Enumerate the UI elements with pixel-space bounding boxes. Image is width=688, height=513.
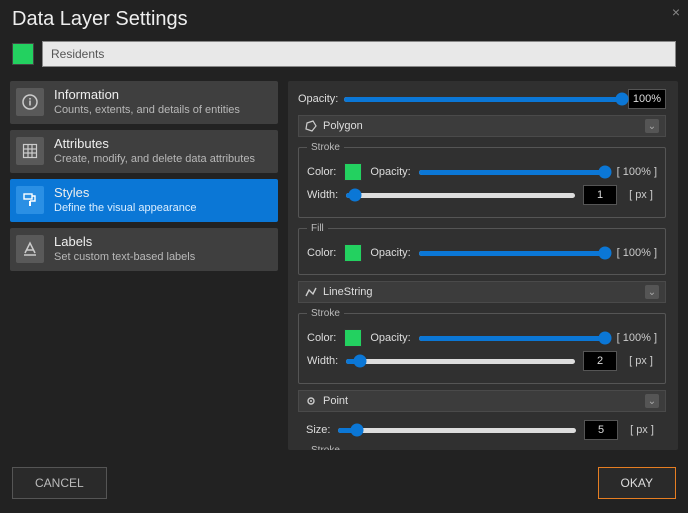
opacity-label: Opacity:	[370, 166, 410, 178]
layer-color-swatch[interactable]	[12, 43, 34, 65]
sidebar-item-labels[interactable]: Labels Set custom text-based labels	[10, 228, 278, 271]
linestring-stroke-width-slider[interactable]	[346, 359, 575, 364]
section-polygon: Polygon ⌄ Stroke Color: Opacity: [ 100% …	[298, 115, 672, 275]
sidebar-item-styles[interactable]: Styles Define the visual appearance	[10, 179, 278, 222]
sidebar-item-sub: Counts, extents, and details of entities	[54, 104, 240, 116]
section-header-linestring[interactable]: LineString ⌄	[298, 281, 666, 303]
color-label: Color:	[307, 166, 336, 178]
section-header-point[interactable]: Point ⌄	[298, 390, 666, 412]
chevron-down-icon: ⌄	[645, 285, 659, 299]
dialog-title: Data Layer Settings	[12, 8, 676, 31]
chevron-down-icon: ⌄	[645, 394, 659, 408]
sidebar-item-sub: Set custom text-based labels	[54, 251, 195, 263]
polygon-stroke-color-swatch[interactable]	[344, 163, 362, 181]
paint-icon	[16, 186, 44, 214]
sidebar-item-label: Information	[54, 87, 240, 102]
section-linestring: LineString ⌄ Stroke Color: Opacity: [ 10…	[298, 281, 672, 384]
polygon-stroke-width-slider[interactable]	[346, 193, 575, 198]
color-label: Color:	[307, 247, 336, 259]
section-title: Polygon	[323, 120, 363, 132]
linestring-stroke-width-input[interactable]: 2	[583, 351, 617, 371]
opacity-label: Opacity:	[370, 247, 410, 259]
dialog-footer: CANCEL OKAY	[0, 457, 688, 513]
layer-opacity-slider[interactable]	[344, 97, 622, 102]
group-legend: Stroke	[307, 142, 344, 153]
sidebar-item-sub: Define the visual appearance	[54, 202, 196, 214]
size-label: Size:	[306, 424, 330, 436]
linestring-stroke-color-swatch[interactable]	[344, 329, 362, 347]
layer-row: Residents	[12, 41, 676, 67]
info-icon	[16, 88, 44, 116]
linestring-stroke-opacity-slider[interactable]	[419, 336, 605, 341]
point-icon	[305, 395, 317, 407]
sidebar-item-information[interactable]: Information Counts, extents, and details…	[10, 81, 278, 124]
sidebar-item-sub: Create, modify, and delete data attribut…	[54, 153, 255, 165]
unit-px: [ px ]	[626, 424, 658, 436]
section-title: LineString	[323, 286, 373, 298]
sidebar: Information Counts, extents, and details…	[10, 81, 278, 450]
polygon-fill-group: Fill Color: Opacity: [ 100% ]	[298, 223, 666, 275]
section-header-polygon[interactable]: Polygon ⌄	[298, 115, 666, 137]
sidebar-item-label: Labels	[54, 234, 195, 249]
text-icon	[16, 235, 44, 263]
layer-opacity-value[interactable]: 100%	[628, 89, 666, 109]
grid-icon	[16, 137, 44, 165]
chevron-down-icon: ⌄	[645, 119, 659, 133]
group-legend: Stroke	[307, 308, 344, 319]
group-legend: Fill	[307, 223, 328, 234]
layer-opacity-row: Opacity: 100%	[298, 89, 672, 109]
unit-px: [ px ]	[625, 355, 657, 367]
polygon-icon	[305, 120, 317, 132]
polygon-fill-opacity-value: [ 100% ]	[613, 247, 657, 259]
layer-name-input[interactable]: Residents	[42, 41, 676, 67]
polygon-fill-color-swatch[interactable]	[344, 244, 362, 262]
opacity-label: Opacity:	[298, 93, 338, 105]
polygon-stroke-opacity-value: [ 100% ]	[613, 166, 657, 178]
sidebar-item-attributes[interactable]: Attributes Create, modify, and delete da…	[10, 130, 278, 173]
section-title: Point	[323, 395, 348, 407]
polygon-stroke-width-input[interactable]: 1	[583, 185, 617, 205]
linestring-stroke-opacity-value: [ 100% ]	[613, 332, 657, 344]
linestring-icon	[305, 286, 317, 298]
width-label: Width:	[307, 189, 338, 201]
point-size-input[interactable]: 5	[584, 420, 618, 440]
styles-panel: Opacity: 100% Polygon ⌄ Stroke Color:	[288, 81, 678, 450]
okay-button[interactable]: OKAY	[598, 467, 676, 499]
point-size-slider[interactable]	[338, 428, 576, 433]
point-stroke-group: Stroke Color: Opacity: [ 100% ] Width: 0	[298, 445, 666, 450]
unit-px: [ px ]	[625, 189, 657, 201]
sidebar-item-label: Attributes	[54, 136, 255, 151]
cancel-button[interactable]: CANCEL	[12, 467, 107, 499]
linestring-stroke-group: Stroke Color: Opacity: [ 100% ] Width: 2	[298, 308, 666, 384]
width-label: Width:	[307, 355, 338, 367]
opacity-label: Opacity:	[370, 332, 410, 344]
section-point: Point ⌄ Size: 5 [ px ] Stroke Color: Opa…	[298, 390, 672, 450]
dialog-header: Data Layer Settings	[0, 0, 688, 35]
color-label: Color:	[307, 332, 336, 344]
close-icon[interactable]: ×	[672, 4, 680, 20]
polygon-stroke-group: Stroke Color: Opacity: [ 100% ] Width: 1	[298, 142, 666, 218]
group-legend: Stroke	[307, 445, 344, 450]
sidebar-item-label: Styles	[54, 185, 196, 200]
polygon-fill-opacity-slider[interactable]	[419, 251, 605, 256]
polygon-stroke-opacity-slider[interactable]	[419, 170, 605, 175]
